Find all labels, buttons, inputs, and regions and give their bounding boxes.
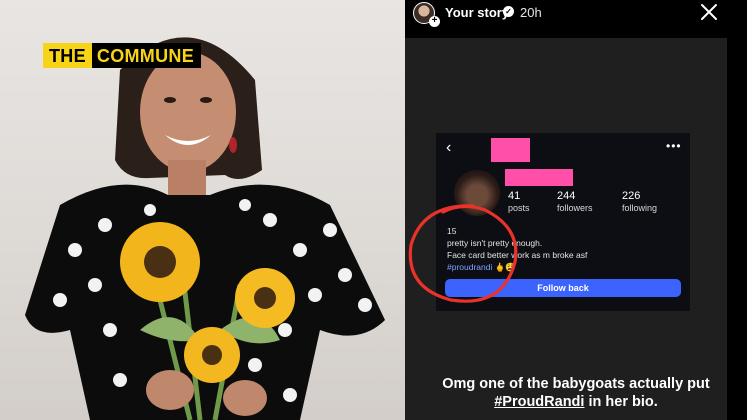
bio-line-age: 15 <box>447 226 457 236</box>
bio-line-pretty: pretty isn't pretty enough. <box>447 238 543 248</box>
stat-following[interactable]: 226 following <box>622 190 657 213</box>
caption-hashtag[interactable]: #ProudRandi <box>494 394 584 410</box>
bio-hashtag-line: #proudrandi 🖕😩 <box>447 261 677 273</box>
stat-posts-count: 41 <box>508 190 521 202</box>
bio-hashtag[interactable]: #proudrandi <box>447 262 492 272</box>
brand-commune: COMMUNE <box>91 43 201 68</box>
stat-posts[interactable]: 41 posts <box>508 190 530 213</box>
brand-the: THE <box>43 43 92 68</box>
redacted-username <box>491 138 530 162</box>
add-icon[interactable]: + <box>429 16 440 27</box>
back-arrow-icon[interactable]: ‹ <box>446 140 451 156</box>
caption-suffix: in her bio. <box>588 394 658 410</box>
more-options-icon[interactable]: ••• <box>666 139 682 153</box>
stat-following-count: 226 <box>622 190 641 202</box>
story-panel: + Your story ✓ 20h ‹ ••• 41 posts 244 fo… <box>405 0 747 420</box>
bio-emoji: 🖕😩 <box>494 262 516 272</box>
brand-logo: THE COMMUNE <box>43 43 201 68</box>
stat-posts-label: posts <box>508 203 530 213</box>
story-header: + Your story ✓ 20h <box>405 0 747 28</box>
story-caption: Omg one of the babygoats actually put #P… <box>405 375 747 411</box>
stat-followers-count: 244 <box>557 190 576 202</box>
story-title[interactable]: Your story <box>445 5 509 20</box>
verified-icon: ✓ <box>503 6 514 17</box>
photo-panel: THE COMMUNE <box>0 0 405 420</box>
follow-back-button[interactable]: Follow back <box>445 279 681 297</box>
caption-prefix: Omg one of the babygoats actually put <box>442 376 710 392</box>
profile-screenshot: ‹ ••• 41 posts 244 followers 226 followi… <box>436 133 690 311</box>
bio-line-facecard: Face card better work as m broke asf <box>447 250 588 260</box>
profile-avatar[interactable] <box>454 170 500 216</box>
profile-bio: 15 pretty isn't pretty enough. Face card… <box>447 225 677 273</box>
stat-followers[interactable]: 244 followers <box>557 190 593 213</box>
story-timestamp: 20h <box>520 5 542 20</box>
stat-following-label: following <box>622 203 658 213</box>
stat-followers-label: followers <box>557 203 593 213</box>
redacted-display-name <box>505 169 573 186</box>
close-icon[interactable] <box>699 2 719 22</box>
